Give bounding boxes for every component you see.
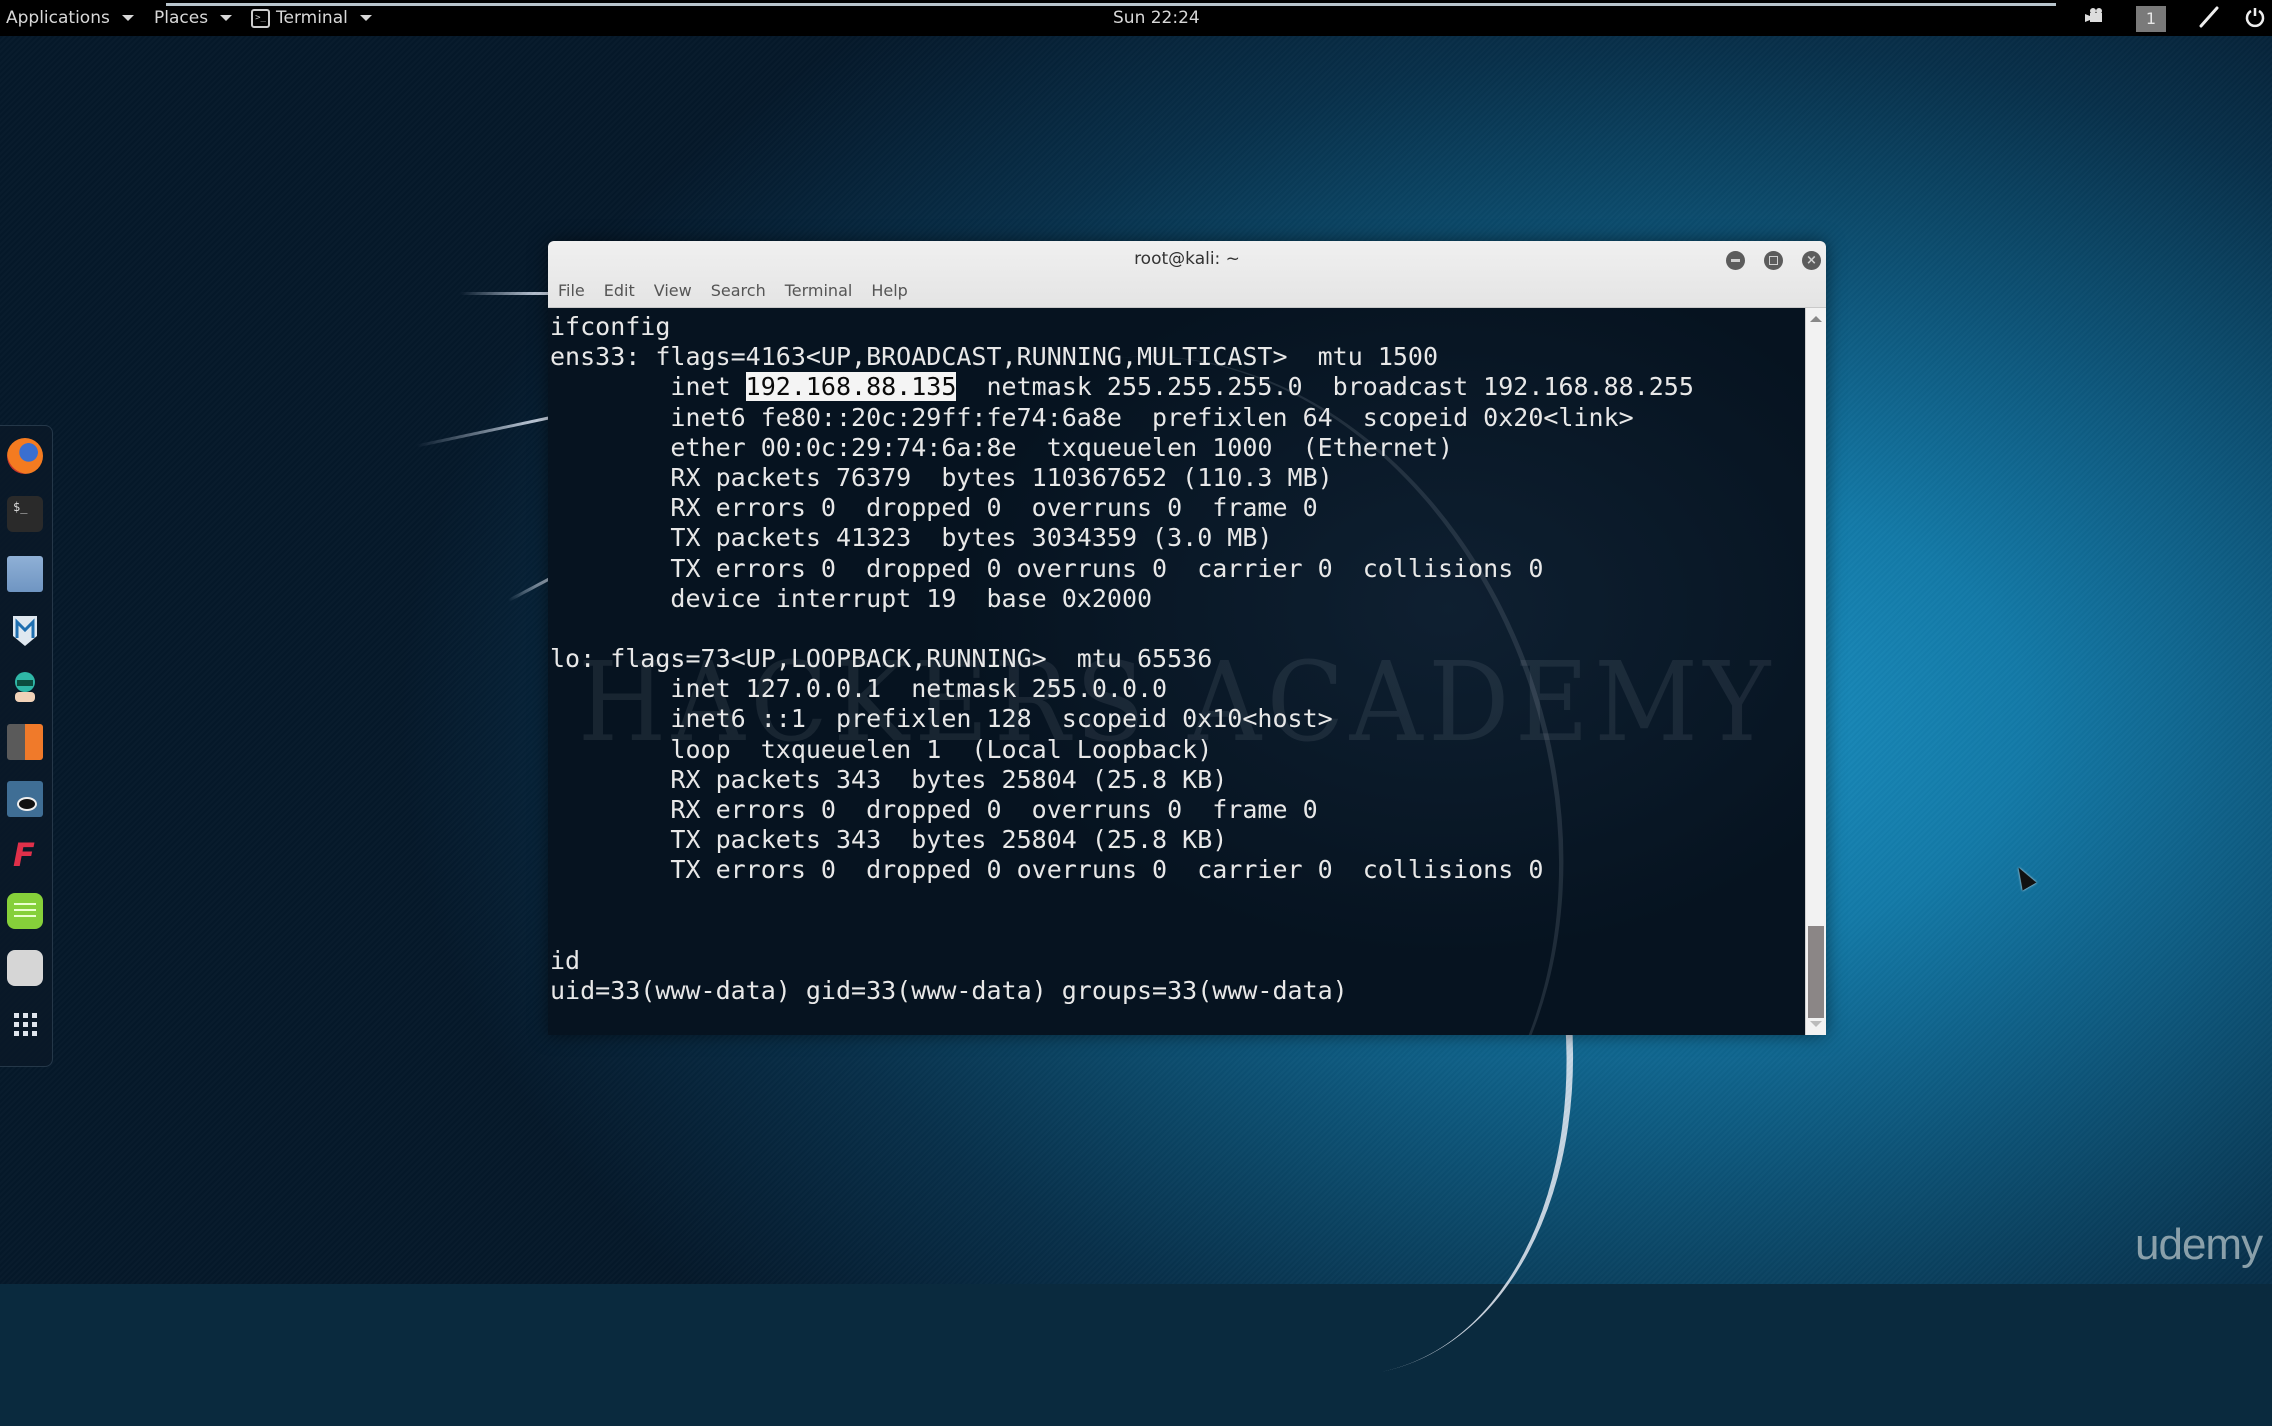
selected-ip-address[interactable]: 192.168.88.135 bbox=[745, 372, 957, 402]
recording-camera-icon[interactable] bbox=[2085, 6, 2107, 26]
terminal-line: TX packets 41323 bytes 3034359 (3.0 MB) bbox=[550, 523, 1273, 553]
terminal-line: inet6 ::1 prefixlen 128 scopeid 0x10<hos… bbox=[550, 704, 1333, 734]
app-grid-icon[interactable] bbox=[7, 1006, 43, 1042]
scroll-up-arrow-icon[interactable] bbox=[1810, 316, 1822, 322]
metasploit-icon[interactable] bbox=[7, 612, 43, 648]
notes-icon[interactable] bbox=[7, 893, 43, 929]
top-panel: Applications Places >_ Terminal Sun 22:2… bbox=[0, 0, 2272, 36]
terminal-line: TX errors 0 dropped 0 overruns 0 carrier… bbox=[550, 855, 1544, 885]
terminal-line-text: netmask 255.255.255.0 broadcast 192.168.… bbox=[956, 372, 1694, 402]
menu-file[interactable]: File bbox=[558, 281, 585, 300]
minimize-icon bbox=[1731, 259, 1740, 262]
chevron-down-icon bbox=[359, 15, 372, 21]
scrollbar-thumb[interactable] bbox=[1808, 926, 1824, 1018]
menu-search[interactable]: Search bbox=[711, 281, 766, 300]
chevron-down-icon bbox=[121, 15, 134, 21]
terminal-line: RX errors 0 dropped 0 overruns 0 frame 0 bbox=[550, 795, 1318, 824]
terminal-line: uid=33(www-data) gid=33(www-data) groups… bbox=[550, 976, 1348, 1006]
menu-view[interactable]: View bbox=[654, 281, 692, 300]
terminal-output[interactable]: HACKERS ACADEMY ifconfig ens33: flags=416… bbox=[548, 261, 1806, 1035]
minimize-button[interactable] bbox=[1726, 251, 1745, 270]
terminal-icon[interactable]: $_ bbox=[7, 496, 43, 532]
terminal-line-text: inet bbox=[550, 372, 746, 402]
terminal-line: inet6 fe80::20c:29ff:fe74:6a8e prefixlen… bbox=[550, 402, 1634, 432]
terminal-line: ether 00:0c:29:74:6a:8e txqueuelen 1000 … bbox=[550, 432, 1454, 462]
dock: $_ F bbox=[0, 425, 53, 1067]
accessibility-icon[interactable] bbox=[2198, 6, 2220, 28]
terminal-line: inet 192.168.88.135 netmask 255.255.255.… bbox=[550, 372, 1694, 402]
menu-terminal[interactable]: Terminal bbox=[785, 281, 853, 300]
terminal-line: id bbox=[550, 945, 581, 975]
scroll-down-arrow-icon[interactable] bbox=[1810, 1021, 1822, 1027]
faraday-icon[interactable]: F bbox=[7, 836, 43, 874]
app-icon[interactable] bbox=[7, 950, 43, 986]
terminal-line: TX packets 343 bytes 25804 (25.8 KB) bbox=[550, 825, 1228, 855]
maximize-icon bbox=[1769, 256, 1778, 265]
terminal-text: ifconfig ens33: flags=4163<UP,BROADCAST,R… bbox=[550, 312, 1694, 1006]
video-progress-line bbox=[166, 3, 2056, 6]
window-titlebar[interactable]: root@kali: ~ × File Edit View Search Ter… bbox=[548, 241, 1826, 308]
active-app-label: Terminal bbox=[276, 8, 348, 28]
terminal-line: device interrupt 19 base 0x2000 bbox=[550, 583, 1153, 613]
terminal-line: TX errors 0 dropped 0 overruns 0 carrier… bbox=[550, 553, 1544, 583]
applications-menu[interactable]: Applications bbox=[6, 8, 134, 28]
terminal-line: inet 127.0.0.1 netmask 255.0.0.0 bbox=[550, 674, 1168, 704]
terminal-window: root@kali: ~ × File Edit View Search Ter… bbox=[548, 241, 1826, 1035]
wallpaper-streak bbox=[460, 292, 550, 295]
power-icon[interactable] bbox=[2244, 6, 2266, 28]
terminal-icon: >_ bbox=[251, 8, 270, 28]
window-title: root@kali: ~ bbox=[1134, 249, 1240, 269]
menu-edit[interactable]: Edit bbox=[604, 281, 635, 300]
close-icon: × bbox=[1806, 253, 1817, 268]
wallpaper-streak bbox=[416, 415, 554, 448]
places-label: Places bbox=[154, 8, 209, 28]
close-button[interactable]: × bbox=[1802, 251, 1821, 270]
terminal-line: ifconfig bbox=[550, 312, 671, 341]
burpsuite-icon[interactable] bbox=[7, 724, 43, 760]
terminal-line: RX errors 0 dropped 0 overruns 0 frame 0 bbox=[550, 493, 1318, 523]
terminal-scrollbar[interactable] bbox=[1805, 308, 1826, 1035]
terminal-line: RX packets 76379 bytes 110367652 (110.3 … bbox=[550, 462, 1333, 492]
active-app-menu[interactable]: >_ Terminal bbox=[251, 8, 372, 28]
workspace-indicator[interactable]: 1 bbox=[2136, 6, 2166, 32]
applications-label: Applications bbox=[6, 8, 110, 28]
folder-icon[interactable] bbox=[7, 556, 43, 592]
udemy-watermark: udemy bbox=[2135, 1220, 2263, 1269]
terminal-line: loop txqueuelen 1 (Local Loopback) bbox=[550, 734, 1213, 764]
chevron-down-icon bbox=[220, 15, 233, 21]
menu-bar: File Edit View Search Terminal Help bbox=[558, 281, 908, 300]
maltego-icon[interactable] bbox=[7, 781, 43, 817]
armitage-icon[interactable] bbox=[7, 668, 43, 704]
clock[interactable]: Sun 22:24 bbox=[1113, 8, 1200, 28]
maximize-button[interactable] bbox=[1764, 251, 1783, 270]
terminal-line: lo: flags=73<UP,LOOPBACK,RUNNING> mtu 65… bbox=[550, 644, 1213, 674]
terminal-line: RX packets 343 bytes 25804 (25.8 KB) bbox=[550, 764, 1228, 794]
terminal-line: ens33: flags=4163<UP,BROADCAST,RUNNING,M… bbox=[550, 342, 1439, 372]
firefox-icon[interactable] bbox=[7, 438, 43, 474]
menu-help[interactable]: Help bbox=[871, 281, 907, 300]
places-menu[interactable]: Places bbox=[154, 8, 233, 28]
